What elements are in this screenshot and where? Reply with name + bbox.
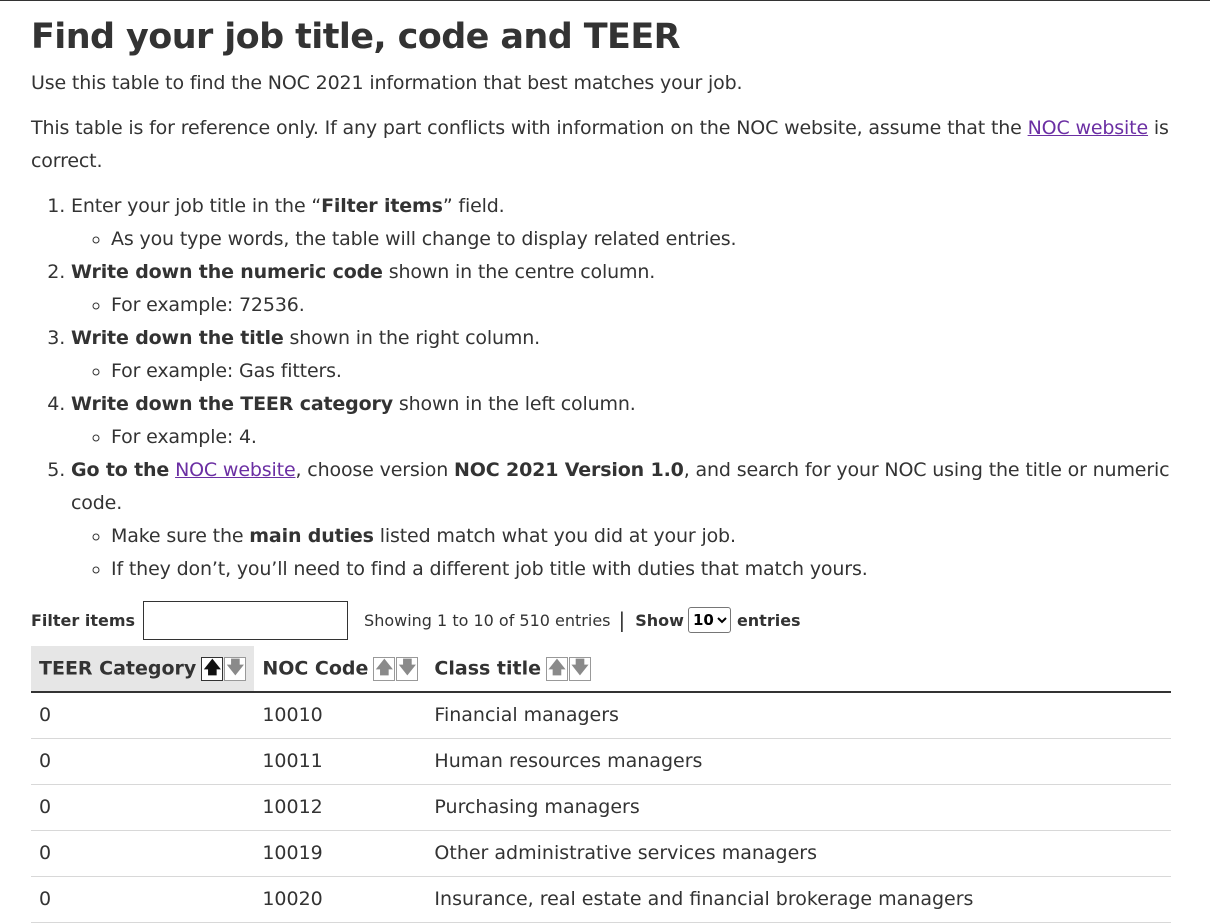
cell-noc-code: 10020 bbox=[254, 876, 427, 923]
cell-class-title: Human resources managers bbox=[426, 738, 1171, 785]
table-row: 0 10012 Purchasing managers bbox=[31, 784, 1171, 831]
cell-class-title: Insurance, real estate and financial bro… bbox=[426, 876, 1171, 923]
header-class-title[interactable]: Class title 🡅 🡇 bbox=[426, 646, 1171, 693]
page-length-select[interactable]: 10 bbox=[687, 607, 731, 633]
step-5-sub-1-bold: main duties bbox=[249, 525, 374, 547]
table-controls: Filter items Showing 1 to 10 of 510 entr… bbox=[31, 600, 1170, 640]
step-2-bold: Write down the numeric code bbox=[71, 261, 383, 283]
step-3-sub: For example: Gas fitters. bbox=[111, 355, 1170, 388]
step-5-bold-1: Go to the bbox=[71, 459, 170, 481]
step-2-text: shown in the centre column. bbox=[382, 261, 656, 283]
arrow-up-icon[interactable]: 🡅 bbox=[373, 656, 396, 681]
step-5-sub-2: If they don’t, you’ll need to find a dif… bbox=[111, 553, 1170, 586]
noc-website-link-2[interactable]: NOC website bbox=[175, 459, 296, 481]
header-teer-category[interactable]: TEER Category 🡅 🡇 bbox=[31, 646, 255, 693]
step-3: Write down the title shown in the right … bbox=[71, 322, 1170, 388]
arrow-down-icon[interactable]: 🡇 bbox=[224, 656, 247, 681]
table-row: 0 10019 Other administrative services ma… bbox=[31, 830, 1171, 877]
cell-noc-code: 10012 bbox=[254, 784, 427, 831]
header-class-label: Class title bbox=[434, 657, 542, 679]
cell-class-title: Other administrative services managers bbox=[426, 830, 1171, 877]
cell-class-title: Purchasing managers bbox=[426, 784, 1171, 831]
table-row: 0 10010 Financial managers bbox=[31, 692, 1171, 739]
step-5: Go to the NOC website, choose version NO… bbox=[71, 454, 1170, 586]
noc-table: TEER Category 🡅 🡇 NOC Code 🡅 🡇 Class title 🡅 🡇… bbox=[31, 646, 1171, 923]
filter-label: Filter items bbox=[31, 610, 136, 630]
step-4: Write down the TEER category shown in th… bbox=[71, 388, 1170, 454]
separator: | bbox=[618, 608, 626, 632]
header-noc-label: NOC Code bbox=[262, 657, 369, 679]
disclaimer-before: This table is for reference only. If any… bbox=[31, 117, 1028, 139]
step-5-bold-2: NOC 2021 Version 1.0 bbox=[454, 459, 684, 481]
table-row: 0 10011 Human resources managers bbox=[31, 738, 1171, 785]
step-3-text: shown in the right column. bbox=[283, 327, 541, 349]
header-teer-label: TEER Category bbox=[39, 657, 197, 679]
step-5-sub-1-a: Make sure the bbox=[111, 525, 250, 547]
cell-teer: 0 bbox=[31, 784, 255, 831]
cell-noc-code: 10011 bbox=[254, 738, 427, 785]
table-header-row: TEER Category 🡅 🡇 NOC Code 🡅 🡇 Class title 🡅 🡇 bbox=[31, 646, 1171, 693]
step-2-sub: For example: 72536. bbox=[111, 289, 1170, 322]
step-1-text-end: ” field. bbox=[442, 195, 505, 217]
sort-controls: 🡅 🡇 bbox=[545, 656, 592, 681]
cell-noc-code: 10019 bbox=[254, 830, 427, 877]
header-noc-code[interactable]: NOC Code 🡅 🡇 bbox=[254, 646, 427, 693]
cell-class-title: Financial managers bbox=[426, 692, 1171, 739]
table-row: 0 10020 Insurance, real estate and finan… bbox=[31, 876, 1171, 923]
cell-noc-code: 10010 bbox=[254, 692, 427, 739]
noc-website-link[interactable]: NOC website bbox=[1028, 117, 1149, 139]
step-5-text-1: , choose version bbox=[295, 459, 455, 481]
entries-label: entries bbox=[736, 610, 801, 630]
arrow-down-icon[interactable]: 🡇 bbox=[569, 656, 592, 681]
table-info: Showing 1 to 10 of 510 entries bbox=[364, 610, 611, 630]
page: Find your job title, code and TEER Use t… bbox=[0, 15, 1210, 923]
step-2: Write down the numeric code shown in the… bbox=[71, 256, 1170, 322]
intro-text: Use this table to find the NOC 2021 info… bbox=[31, 72, 743, 94]
arrow-up-icon[interactable]: 🡅 bbox=[546, 656, 569, 681]
cell-teer: 0 bbox=[31, 738, 255, 785]
arrow-up-icon[interactable]: 🡅 bbox=[201, 656, 224, 681]
cell-teer: 0 bbox=[31, 692, 255, 739]
page-title: Find your job title, code and TEER bbox=[31, 17, 681, 57]
show-label: Show bbox=[635, 610, 684, 630]
step-4-bold: Write down the TEER category bbox=[71, 393, 393, 415]
step-1-bold: Filter items bbox=[321, 195, 443, 217]
sort-controls: 🡅 🡇 bbox=[200, 656, 247, 681]
filter-input[interactable] bbox=[143, 600, 349, 640]
step-1-text: Enter your job title in the “ bbox=[71, 195, 322, 217]
step-5-sub-1-c: listed match what you did at your job. bbox=[373, 525, 736, 547]
step-1-sub: As you type words, the table will change… bbox=[111, 223, 1170, 256]
step-4-sub: For example: 4. bbox=[111, 421, 1170, 454]
disclaimer-text: This table is for reference only. If any… bbox=[31, 112, 1170, 178]
step-1: Enter your job title in the “Filter item… bbox=[71, 190, 1170, 256]
arrow-down-icon[interactable]: 🡇 bbox=[396, 656, 419, 681]
step-5-sub-1: Make sure the main duties listed match w… bbox=[111, 520, 1170, 553]
sort-controls: 🡅 🡇 bbox=[372, 656, 419, 681]
instructions-list: Enter your job title in the “Filter item… bbox=[31, 190, 1170, 586]
step-4-text: shown in the left column. bbox=[392, 393, 636, 415]
step-3-bold: Write down the title bbox=[71, 327, 284, 349]
cell-teer: 0 bbox=[31, 830, 255, 877]
cell-teer: 0 bbox=[31, 876, 255, 923]
